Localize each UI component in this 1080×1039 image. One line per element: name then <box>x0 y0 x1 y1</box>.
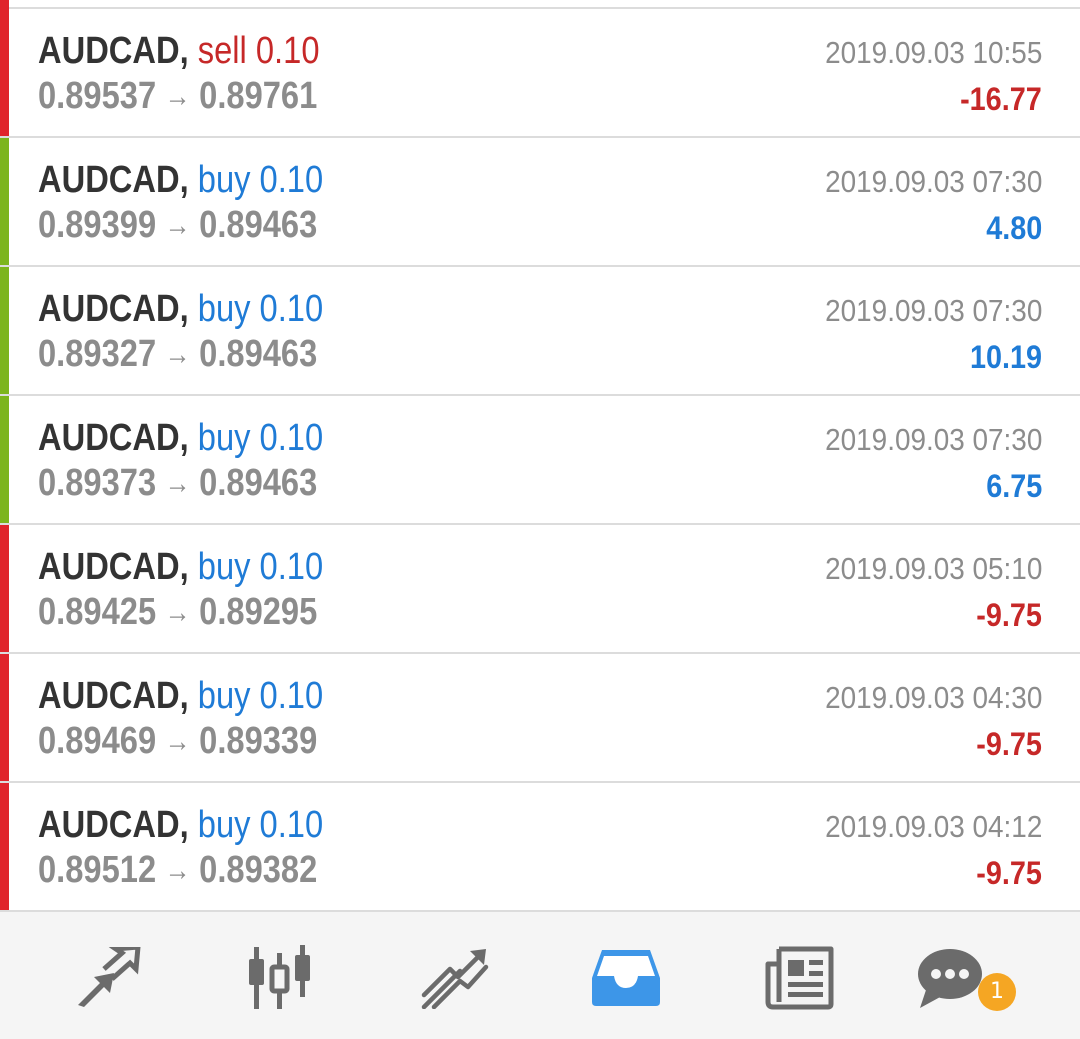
deal-type: buy 0.10 <box>197 417 324 459</box>
deal-profit: -9.75 <box>976 855 1042 891</box>
nav-news[interactable] <box>760 938 840 1018</box>
deal-time: 2019.09.03 07:30 <box>824 293 1042 328</box>
deal-row[interactable]: AUDCAD, buy 0.10 0.89373 → 0.89463 2019.09.0… <box>0 396 1080 525</box>
deal-prices: 0.89327 → 0.89463 <box>38 332 317 379</box>
chart-icon <box>249 945 310 1009</box>
open-price: 0.89425 <box>38 591 157 633</box>
close-price: 0.89463 <box>199 333 318 375</box>
deal-type: buy 0.10 <box>197 804 324 846</box>
deal-title: AUDCAD, buy 0.10 <box>38 674 323 718</box>
close-price: 0.89339 <box>199 720 318 762</box>
nav-messages[interactable] <box>912 938 992 1018</box>
deal-prices: 0.89425 → 0.89295 <box>38 590 317 637</box>
deal-row[interactable]: AUDCAD, buy 0.10 0.89425 → 0.89295 2019.09.0… <box>0 525 1080 654</box>
arrow-icon: → <box>164 80 191 113</box>
deal-prices: 0.89469 → 0.89339 <box>38 719 317 766</box>
arrow-icon: → <box>164 596 191 629</box>
loss-stripe <box>0 525 9 652</box>
arrow-icon: → <box>164 338 191 371</box>
messages-icon <box>918 949 982 1008</box>
nav-quotes[interactable] <box>68 938 148 1018</box>
deal-symbol: AUDCAD, <box>38 546 189 588</box>
profit-stripe <box>0 138 9 265</box>
trade-icon <box>421 949 489 1009</box>
deal-title: AUDCAD, buy 0.10 <box>38 158 323 202</box>
deal-title: AUDCAD, sell 0.10 <box>38 29 320 73</box>
deal-time: 2019.09.03 04:30 <box>824 680 1042 715</box>
deal-time: 2019.09.03 07:30 <box>824 422 1042 457</box>
deal-symbol: AUDCAD, <box>38 417 189 459</box>
profit-stripe <box>0 267 9 394</box>
news-icon <box>765 946 834 1010</box>
deal-prices: 0.89373 → 0.89463 <box>38 461 317 508</box>
deal-row[interactable]: AUDCAD, buy 0.10 0.89327 → 0.89463 2019.09.0… <box>0 267 1080 396</box>
deal-type: buy 0.10 <box>197 288 324 330</box>
deal-time: 2019.09.03 04:12 <box>824 809 1042 844</box>
deal-prices: 0.89512 → 0.89382 <box>38 848 317 895</box>
history-screen: AUDCAD, sell 0.10 0.89537 → 0.89761 2019.09.… <box>0 0 1080 1039</box>
bottom-navigation: 1 <box>0 912 1080 1039</box>
close-price: 0.89295 <box>199 591 318 633</box>
arrow-icon: → <box>164 725 191 758</box>
quotes-icon <box>78 947 141 1007</box>
deal-profit: 6.75 <box>985 468 1042 504</box>
nav-trade[interactable] <box>416 938 496 1018</box>
deal-title: AUDCAD, buy 0.10 <box>38 545 323 589</box>
deal-symbol: AUDCAD, <box>38 288 189 330</box>
deal-type: sell 0.10 <box>197 30 320 72</box>
deal-list[interactable]: AUDCAD, sell 0.10 0.89537 → 0.89761 2019.09.… <box>0 9 1080 912</box>
messages-badge: 1 <box>978 973 1016 1011</box>
deal-type: buy 0.10 <box>197 675 324 717</box>
nav-chart[interactable] <box>240 938 320 1018</box>
deal-title: AUDCAD, buy 0.10 <box>38 287 323 331</box>
loss-stripe <box>0 9 9 136</box>
deal-prices: 0.89399 → 0.89463 <box>38 203 317 250</box>
deal-symbol: AUDCAD, <box>38 804 189 846</box>
open-price: 0.89537 <box>38 75 157 117</box>
deal-symbol: AUDCAD, <box>38 30 189 72</box>
deal-time: 2019.09.03 07:30 <box>824 164 1042 199</box>
deal-profit: -9.75 <box>976 726 1042 762</box>
deal-symbol: AUDCAD, <box>38 159 189 201</box>
arrow-icon: → <box>164 467 191 500</box>
deal-row[interactable]: AUDCAD, buy 0.10 0.89512 → 0.89382 2019.09.0… <box>0 783 1080 912</box>
close-price: 0.89761 <box>199 75 318 117</box>
loss-stripe <box>0 654 9 781</box>
deal-type: buy 0.10 <box>197 159 324 201</box>
close-price: 0.89463 <box>199 462 318 504</box>
profit-stripe <box>0 396 9 523</box>
deal-profit: 4.80 <box>985 210 1042 246</box>
deal-prices: 0.89537 → 0.89761 <box>38 74 317 121</box>
open-price: 0.89327 <box>38 333 157 375</box>
deal-profit: -9.75 <box>976 597 1042 633</box>
deal-type: buy 0.10 <box>197 546 324 588</box>
deal-title: AUDCAD, buy 0.10 <box>38 803 323 847</box>
deal-row[interactable]: AUDCAD, buy 0.10 0.89399 → 0.89463 2019.09.0… <box>0 138 1080 267</box>
close-price: 0.89382 <box>199 849 318 891</box>
arrow-icon: → <box>164 209 191 242</box>
loss-stripe <box>0 783 9 910</box>
deal-row[interactable]: AUDCAD, buy 0.10 0.89469 → 0.89339 2019.09.0… <box>0 654 1080 783</box>
deal-time: 2019.09.03 10:55 <box>824 35 1042 70</box>
open-price: 0.89469 <box>38 720 157 762</box>
open-price: 0.89373 <box>38 462 157 504</box>
deal-title: AUDCAD, buy 0.10 <box>38 416 323 460</box>
nav-history[interactable] <box>586 938 666 1018</box>
history-icon <box>592 950 660 1006</box>
deal-symbol: AUDCAD, <box>38 675 189 717</box>
loss-stripe <box>0 0 9 9</box>
deal-profit: -16.77 <box>960 81 1042 117</box>
open-price: 0.89399 <box>38 204 157 246</box>
open-price: 0.89512 <box>38 849 157 891</box>
deal-row[interactable]: AUDCAD, sell 0.10 0.89537 → 0.89761 2019.09.… <box>0 9 1080 138</box>
deal-time: 2019.09.03 05:10 <box>824 551 1042 586</box>
deal-profit: 10.19 <box>969 339 1042 375</box>
previous-deal-row-edge <box>0 0 1080 9</box>
arrow-icon: → <box>164 854 191 887</box>
close-price: 0.89463 <box>199 204 318 246</box>
